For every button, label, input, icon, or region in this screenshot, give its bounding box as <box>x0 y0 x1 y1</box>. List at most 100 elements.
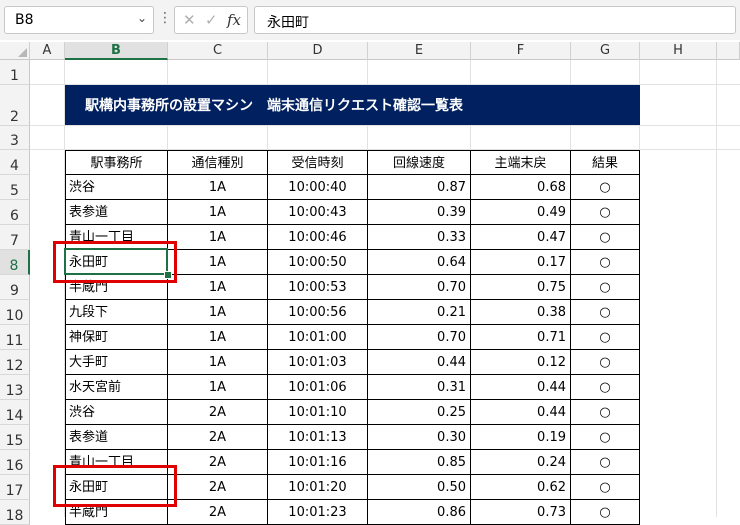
column-header-g[interactable]: G <box>571 42 640 60</box>
table-cell[interactable]: ○ <box>571 400 640 425</box>
row-header-2[interactable]: 2 <box>0 85 30 126</box>
chevron-down-icon[interactable]: ⌄ <box>137 11 147 25</box>
table-cell[interactable]: 1A <box>168 200 268 225</box>
column-header-d[interactable]: D <box>268 42 368 60</box>
table-cell[interactable]: 2A <box>168 400 268 425</box>
name-box[interactable]: B8 ⌄ <box>4 6 154 34</box>
row-header-3[interactable]: 3 <box>0 126 30 150</box>
table-cell[interactable]: 1A <box>168 350 268 375</box>
table-cell[interactable]: ○ <box>571 275 640 300</box>
table-cell[interactable]: ○ <box>571 375 640 400</box>
table-cell[interactable]: 0.85 <box>368 450 471 475</box>
table-cell[interactable]: 0.38 <box>471 300 571 325</box>
table-cell[interactable]: ○ <box>571 350 640 375</box>
row-header-1[interactable]: 1 <box>0 60 30 85</box>
table-cell[interactable]: 0.39 <box>368 200 471 225</box>
sheet-title[interactable]: 駅構内事務所の設置マシン 端末通信リクエスト確認一覧表 <box>65 85 640 125</box>
table-cell[interactable]: 1A <box>168 225 268 250</box>
table-cell[interactable]: 1A <box>168 325 268 350</box>
table-cell[interactable]: 2A <box>168 475 268 500</box>
table-cell[interactable]: 10:00:56 <box>268 300 368 325</box>
row-header-17[interactable]: 17 <box>0 475 30 500</box>
table-cell[interactable]: 0.12 <box>471 350 571 375</box>
table-cell[interactable]: 2A <box>168 425 268 450</box>
table-cell[interactable]: 渋谷 <box>65 400 168 425</box>
table-cell[interactable]: 0.31 <box>368 375 471 400</box>
table-cell[interactable]: 2A <box>168 450 268 475</box>
table-cell[interactable]: ○ <box>571 225 640 250</box>
row-header-12[interactable]: 12 <box>0 350 30 375</box>
table-cell[interactable]: 大手町 <box>65 350 168 375</box>
row-header-6[interactable]: 6 <box>0 200 30 225</box>
table-cell[interactable]: 0.21 <box>368 300 471 325</box>
table-cell[interactable]: 神保町 <box>65 325 168 350</box>
column-header-e[interactable]: E <box>368 42 471 60</box>
row-header-8[interactable]: 8 <box>0 250 30 275</box>
table-cell[interactable]: 10:00:40 <box>268 175 368 200</box>
table-cell[interactable]: 0.87 <box>368 175 471 200</box>
cancel-icon[interactable]: ✕ <box>183 11 196 29</box>
row-header-9[interactable]: 9 <box>0 275 30 300</box>
row-header-7[interactable]: 7 <box>0 225 30 250</box>
table-cell[interactable]: ○ <box>571 500 640 525</box>
table-cell[interactable]: 10:01:16 <box>268 450 368 475</box>
column-header-i[interactable] <box>717 42 740 60</box>
table-cell[interactable]: 10:01:23 <box>268 500 368 525</box>
table-cell[interactable]: 2A <box>168 500 268 525</box>
table-cell[interactable]: ○ <box>571 250 640 275</box>
table-cell[interactable]: 0.25 <box>368 400 471 425</box>
table-cell[interactable]: ○ <box>571 200 640 225</box>
table-cell[interactable]: 10:00:43 <box>268 200 368 225</box>
column-header-f[interactable]: F <box>471 42 571 60</box>
table-cell[interactable]: 0.86 <box>368 500 471 525</box>
table-cell[interactable]: 0.19 <box>471 425 571 450</box>
table-cell[interactable]: 0.73 <box>471 500 571 525</box>
table-cell[interactable]: 0.62 <box>471 475 571 500</box>
table-cell[interactable]: 0.71 <box>471 325 571 350</box>
table-cell[interactable]: 0.75 <box>471 275 571 300</box>
column-header-c[interactable]: C <box>168 42 268 60</box>
table-cell[interactable]: 0.24 <box>471 450 571 475</box>
row-header-4[interactable]: 4 <box>0 150 30 175</box>
table-cell[interactable]: 10:00:50 <box>268 250 368 275</box>
table-cell[interactable]: ○ <box>571 425 640 450</box>
table-cell[interactable]: 1A <box>168 375 268 400</box>
column-header-b[interactable]: B <box>65 42 168 60</box>
row-header-18[interactable]: 18 <box>0 500 30 525</box>
column-header-h[interactable]: H <box>640 42 717 60</box>
table-cell[interactable]: ○ <box>571 325 640 350</box>
table-header-cell[interactable]: 主端末戻 <box>471 150 571 175</box>
row-header-15[interactable]: 15 <box>0 425 30 450</box>
table-cell[interactable]: ○ <box>571 300 640 325</box>
table-cell[interactable]: 0.70 <box>368 325 471 350</box>
table-cell[interactable]: 1A <box>168 300 268 325</box>
table-header-cell[interactable]: 受信時刻 <box>268 150 368 175</box>
table-cell[interactable]: 0.70 <box>368 275 471 300</box>
insert-function-icon[interactable]: fx <box>227 11 241 29</box>
table-cell[interactable]: 0.17 <box>471 250 571 275</box>
table-cell[interactable]: 10:01:00 <box>268 325 368 350</box>
table-cell[interactable]: 10:00:53 <box>268 275 368 300</box>
column-header-a[interactable]: A <box>30 42 65 60</box>
table-cell[interactable]: 0.44 <box>368 350 471 375</box>
row-header-14[interactable]: 14 <box>0 400 30 425</box>
table-cell[interactable]: 10:00:46 <box>268 225 368 250</box>
formula-input[interactable]: 永田町 <box>254 6 736 34</box>
enter-icon[interactable]: ✓ <box>205 11 218 29</box>
table-cell[interactable]: 10:01:06 <box>268 375 368 400</box>
table-cell[interactable]: ○ <box>571 475 640 500</box>
table-cell[interactable]: 0.68 <box>471 175 571 200</box>
table-cell[interactable]: 10:01:10 <box>268 400 368 425</box>
table-cell[interactable]: 0.50 <box>368 475 471 500</box>
table-cell[interactable]: 10:01:13 <box>268 425 368 450</box>
table-cell[interactable]: 1A <box>168 275 268 300</box>
table-cell[interactable]: 10:01:20 <box>268 475 368 500</box>
table-cell[interactable]: ○ <box>571 175 640 200</box>
row-header-16[interactable]: 16 <box>0 450 30 475</box>
table-cell[interactable]: 0.44 <box>471 400 571 425</box>
row-header-10[interactable]: 10 <box>0 300 30 325</box>
table-cell[interactable]: 0.49 <box>471 200 571 225</box>
table-header-cell[interactable]: 回線速度 <box>368 150 471 175</box>
table-header-cell[interactable]: 駅事務所 <box>65 150 168 175</box>
table-cell[interactable]: 10:01:03 <box>268 350 368 375</box>
